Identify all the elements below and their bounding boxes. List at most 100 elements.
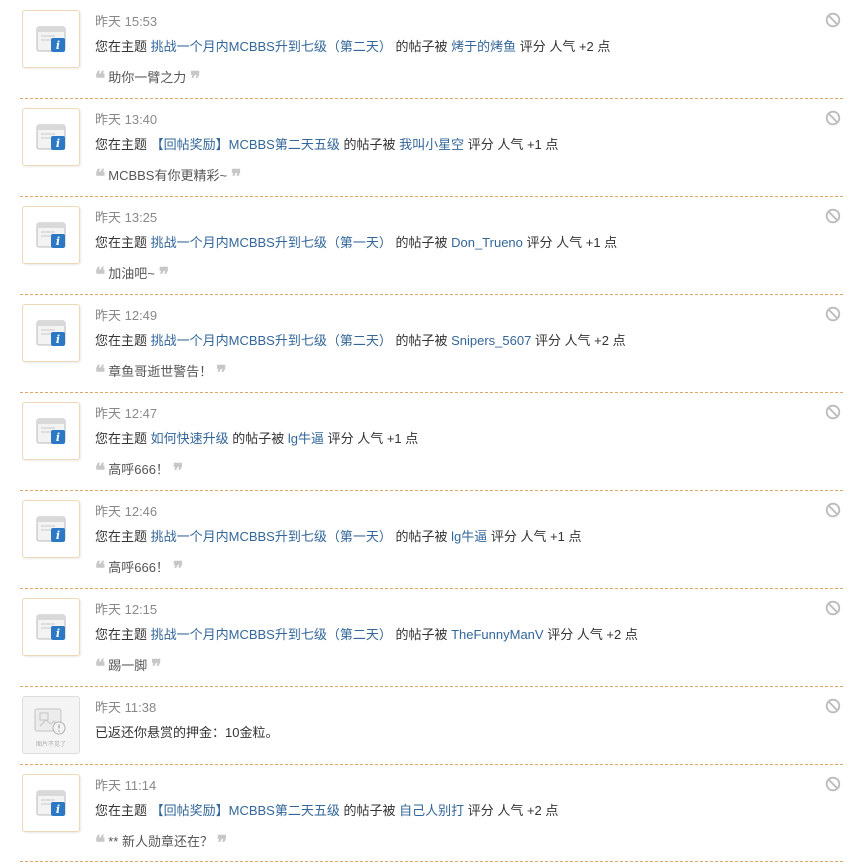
notice-time: 昨天 12:47 [95, 406, 158, 421]
topic-link[interactable]: 【回帖奖励】MCBBS第二天五级 [151, 137, 340, 152]
quote-close-icon: ❞ [190, 68, 201, 90]
notice-time: 昨天 11:14 [95, 778, 157, 793]
notice-window-icon: i [36, 320, 66, 346]
ignore-circle-icon[interactable] [825, 404, 841, 420]
rating-comment: ❝ 高呼666！ ❞ [95, 460, 184, 482]
notice-avatar: i [22, 402, 80, 460]
system-avatar: 图片不见了 [22, 696, 80, 754]
notice-window-icon: i [36, 418, 66, 444]
notice-window-icon: i [36, 26, 66, 52]
quote-open-icon: ❝ [95, 166, 106, 188]
user-link[interactable]: 自己人别打 [399, 803, 464, 818]
topic-link[interactable]: 【回帖奖励】MCBBS第二天五级 [151, 803, 340, 818]
topic-link[interactable]: 挑战一个月内MCBBS升到七级（第二天） [151, 627, 392, 642]
notice-message: 您在主题 【回帖奖励】MCBBS第二天五级 的帖子被 自己人别打 评分 人气 +… [95, 803, 559, 818]
quote-open-icon: ❝ [95, 362, 106, 384]
ignore-circle-icon[interactable] [825, 208, 841, 224]
notice-message: 您在主题 挑战一个月内MCBBS升到七级（第二天） 的帖子被 Snipers_5… [95, 333, 626, 348]
notice-message: 您在主题 挑战一个月内MCBBS升到七级（第一天） 的帖子被 lg牛逼 评分 人… [95, 529, 582, 544]
rating-comment: ❝ 高呼666！ ❞ [95, 558, 184, 580]
topic-link[interactable]: 挑战一个月内MCBBS升到七级（第一天） [151, 529, 392, 544]
quote-open-icon: ❝ [95, 656, 106, 678]
broken-image-label: 图片不见了 [35, 741, 66, 748]
notice-time: 昨天 12:46 [95, 504, 158, 519]
notice-avatar: i [22, 10, 80, 68]
rating-comment: ❝ 章鱼哥逝世警告！ ❞ [95, 362, 227, 384]
user-link[interactable]: 烤于的烤鱼 [451, 39, 516, 54]
ignore-circle-icon[interactable] [825, 776, 841, 792]
notice-avatar: i [22, 598, 80, 656]
quote-open-icon: ❝ [95, 264, 106, 286]
notice-window-icon: i [36, 614, 66, 640]
user-link[interactable]: lg牛逼 [451, 529, 487, 544]
rating-comment: ❝ 助你一臂之力 ❞ [95, 68, 201, 90]
rating-comment: ❝ 踢一脚 ❞ [95, 656, 162, 678]
notice-time: 昨天 13:40 [95, 112, 158, 127]
notice-time: 昨天 11:38 [95, 700, 157, 715]
notice-message: 您在主题 挑战一个月内MCBBS升到七级（第二天） 的帖子被 TheFunnyM… [95, 627, 638, 642]
quote-close-icon: ❞ [158, 264, 170, 286]
notice-avatar: i [22, 500, 80, 558]
notice-item: i 昨天 12:46 您在主题 挑战一个月内MCBBS升到七级（第一天） 的帖子… [20, 490, 843, 589]
user-link[interactable]: Snipers_5607 [451, 333, 531, 348]
ignore-circle-icon[interactable] [825, 110, 841, 126]
svg-text:i: i [56, 39, 60, 52]
user-link[interactable]: TheFunnyManV [451, 627, 544, 642]
ignore-circle-icon[interactable] [825, 600, 841, 616]
notice-avatar: i [22, 774, 80, 832]
notice-time: 昨天 12:15 [95, 602, 158, 617]
user-link[interactable]: lg牛逼 [288, 431, 324, 446]
quote-open-icon: ❝ [95, 558, 106, 580]
notice-time: 昨天 15:53 [95, 14, 158, 29]
notice-avatar: i [22, 304, 80, 362]
quote-open-icon: ❝ [95, 460, 106, 482]
quote-close-icon: ❞ [216, 832, 228, 854]
notice-window-icon: i [36, 222, 66, 248]
svg-text:i: i [56, 431, 60, 444]
notice-item: 图片不见了 昨天 11:38 已返还你悬赏的押金：10金粒。 [20, 686, 843, 765]
user-link[interactable]: 我叫小星空 [399, 137, 464, 152]
svg-text:i: i [56, 137, 60, 150]
notice-avatar: i [22, 206, 80, 264]
quote-open-icon: ❝ [95, 68, 106, 90]
notice-item: i 昨天 12:47 您在主题 如何快速升级 的帖子被 lg牛逼 评分 人气 +… [20, 392, 843, 491]
notice-message: 您在主题 挑战一个月内MCBBS升到七级（第二天） 的帖子被 烤于的烤鱼 评分 … [95, 39, 611, 54]
quote-close-icon: ❞ [172, 460, 184, 482]
svg-text:i: i [56, 529, 60, 542]
ignore-circle-icon[interactable] [825, 698, 841, 714]
svg-text:i: i [56, 627, 60, 640]
notice-item: i 昨天 13:40 您在主题 【回帖奖励】MCBBS第二天五级 的帖子被 我叫… [20, 98, 843, 197]
notice-message: 您在主题 挑战一个月内MCBBS升到七级（第一天） 的帖子被 Don_Truen… [95, 235, 618, 250]
rating-comment: ❝ MCBBS有你更精彩~ ❞ [95, 166, 242, 188]
notice-avatar: i [22, 108, 80, 166]
quote-close-icon: ❞ [151, 656, 162, 678]
notice-time: 昨天 13:25 [95, 210, 158, 225]
svg-text:i: i [56, 803, 60, 816]
topic-link[interactable]: 如何快速升级 [151, 431, 229, 446]
topic-link[interactable]: 挑战一个月内MCBBS升到七级（第二天） [151, 39, 392, 54]
quote-close-icon: ❞ [172, 558, 184, 580]
notice-window-icon: i [36, 124, 66, 150]
user-link[interactable]: Don_Trueno [451, 235, 523, 250]
svg-text:i: i [56, 333, 60, 346]
notice-window-icon: i [36, 516, 66, 542]
rating-comment: ❝ ** 新人勋章还在？ ❞ [95, 832, 228, 854]
notice-item: i 昨天 11:14 您在主题 【回帖奖励】MCBBS第二天五级 的帖子被 自己… [20, 764, 843, 862]
notice-message: 已返还你悬赏的押金：10金粒。 [95, 725, 279, 740]
notice-item: i 昨天 12:15 您在主题 挑战一个月内MCBBS升到七级（第二天） 的帖子… [20, 588, 843, 687]
quote-open-icon: ❝ [95, 832, 106, 854]
notice-item: i 昨天 12:49 您在主题 挑战一个月内MCBBS升到七级（第二天） 的帖子… [20, 294, 843, 393]
broken-image-icon [34, 708, 66, 735]
notice-message: 您在主题 如何快速升级 的帖子被 lg牛逼 评分 人气 +1 点 [95, 431, 419, 446]
ignore-circle-icon[interactable] [825, 12, 841, 28]
notice-message: 您在主题 【回帖奖励】MCBBS第二天五级 的帖子被 我叫小星空 评分 人气 +… [95, 137, 559, 152]
topic-link[interactable]: 挑战一个月内MCBBS升到七级（第二天） [151, 333, 392, 348]
topic-link[interactable]: 挑战一个月内MCBBS升到七级（第一天） [151, 235, 392, 250]
ignore-circle-icon[interactable] [825, 306, 841, 322]
ignore-circle-icon[interactable] [825, 502, 841, 518]
quote-close-icon: ❞ [231, 166, 242, 188]
notice-item: i 昨天 15:53 您在主题 挑战一个月内MCBBS升到七级（第二天） 的帖子… [20, 0, 843, 99]
quote-close-icon: ❞ [216, 362, 227, 384]
notice-time: 昨天 12:49 [95, 308, 158, 323]
rating-comment: ❝ 加油吧~ ❞ [95, 264, 170, 286]
